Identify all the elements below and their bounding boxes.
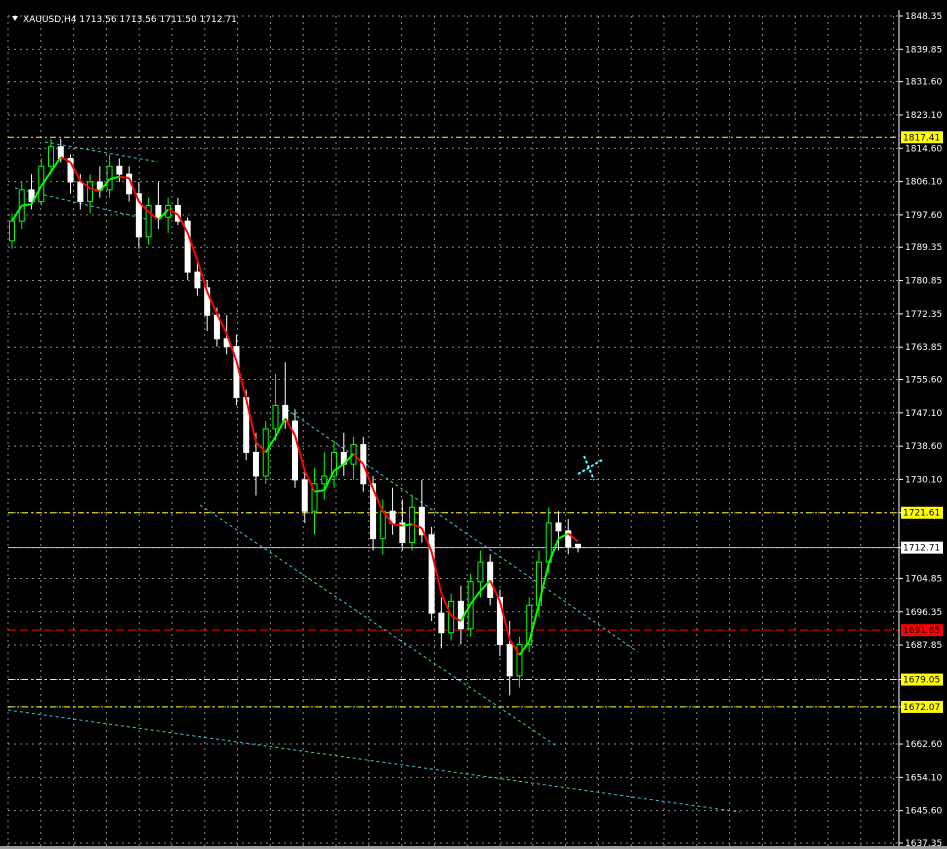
candle-body [9,220,15,242]
y-tick-label: 1704.85 [905,574,942,584]
y-tick-label: 1772.35 [905,310,942,320]
candle-body [438,612,445,634]
symbol-info: XAUUSD,H4 1713.56 1713.56 1711.50 1712.7… [23,15,237,25]
y-tick-label: 1831.60 [905,78,942,88]
y-tick-label: 1738.60 [905,442,942,452]
y-tick-label: 1763.85 [905,343,942,353]
y-tick-label: 1662.60 [905,740,942,750]
y-tick-label: 1848.35 [905,12,942,22]
y-tick-label: 1806.10 [905,178,942,188]
y-tick-label: 1797.60 [905,211,942,221]
y-tick-label: 1780.85 [905,277,942,287]
candle-body [292,420,298,481]
level-label: 1721.61 [903,509,940,519]
candle-body [516,643,523,677]
y-tick-label: 1755.60 [905,376,942,386]
candle-body [194,271,201,289]
ma-segment [402,523,413,527]
candle-body [575,543,581,549]
level-label: 1672.07 [903,703,940,713]
candle-body [487,561,494,598]
candle-body [252,451,259,477]
level-label: 1817.41 [903,133,940,143]
candle-body [155,205,162,218]
ma-segment [392,523,403,527]
y-tick-label: 1789.35 [905,243,942,253]
y-tick-label: 1814.60 [905,144,942,154]
candle-body [321,475,328,485]
candle-body [506,643,513,677]
y-tick-label: 1654.10 [905,773,942,783]
y-tick-label: 1823.10 [905,111,942,121]
candle-body [457,600,464,630]
candle-body [87,181,94,203]
candle-body [77,181,84,203]
y-tick-label: 1645.60 [905,807,942,817]
candle-body [48,146,55,167]
y-tick-label: 1687.85 [905,641,942,651]
price-chart[interactable]: 1817.41 1721.61 1712.71 1691.65 1679.05 1672.… [0,0,947,849]
level-label: 1712.71 [903,544,940,554]
symbol-header: XAUUSD,H4 1713.56 1713.56 1711.50 1712.7… [12,15,237,25]
candle-body [555,522,562,532]
candle-body [57,146,64,159]
level-label: 1679.05 [903,676,940,686]
candle-body [545,522,552,563]
ma-segment [314,489,325,493]
ma-segment [21,203,32,207]
candle-body [116,165,123,175]
candle-body [477,561,484,583]
candle-body [301,479,308,512]
candle-body [272,404,279,430]
y-tick-label: 1730.10 [905,475,942,485]
y-tick-label: 1839.85 [905,45,942,55]
level-label: 1691.65 [903,626,940,636]
candle-body [379,510,386,540]
y-tick-label: 1696.35 [905,608,942,618]
y-tick-label: 1747.10 [905,409,942,419]
candle-body [565,530,572,547]
ma-segment [119,175,130,180]
